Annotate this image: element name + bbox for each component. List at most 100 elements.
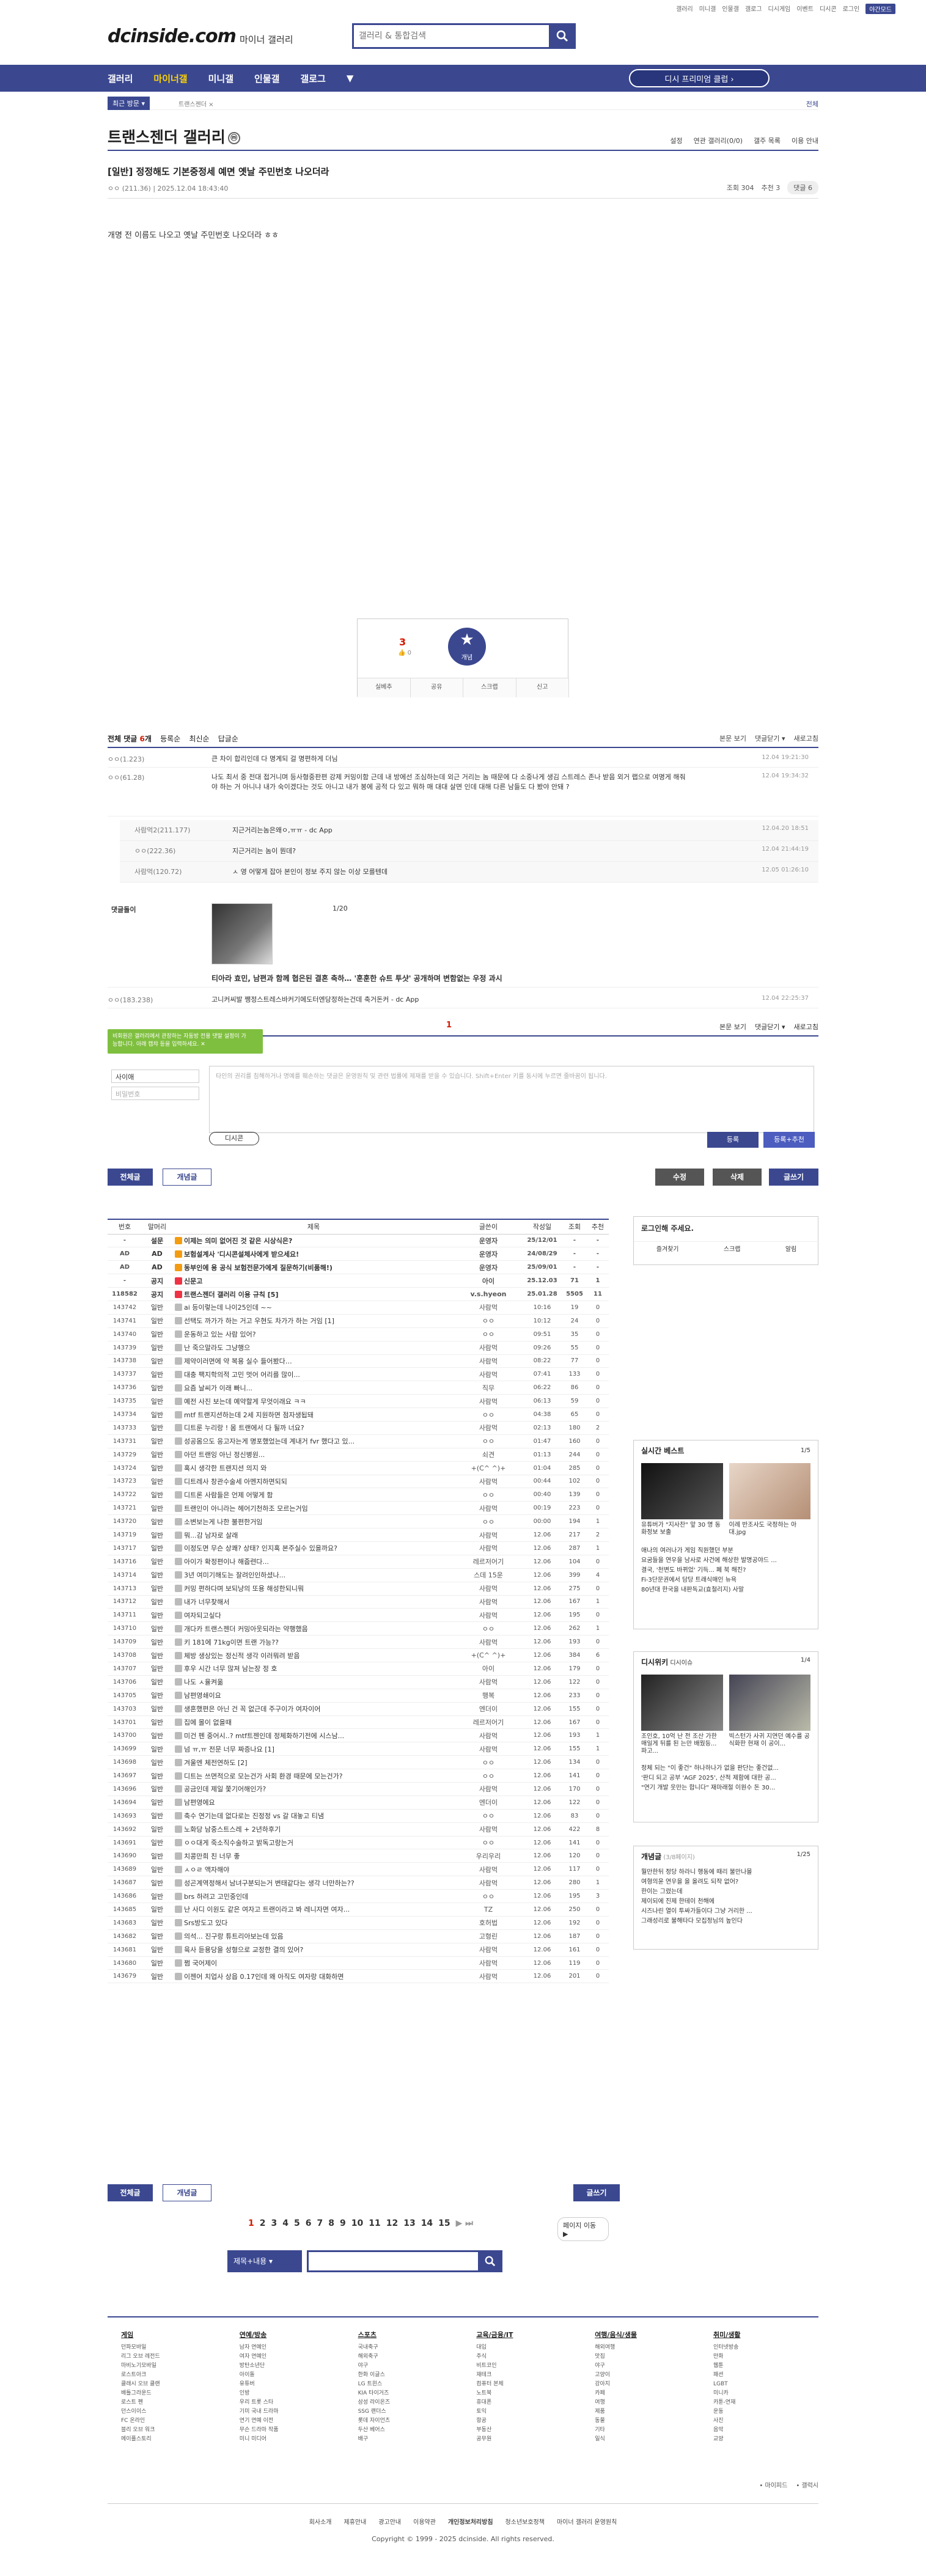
- wiki-thumb[interactable]: [729, 1675, 810, 1731]
- concept-item[interactable]: 한이는 그렸는데: [641, 1887, 810, 1897]
- footer-category-link[interactable]: 사진: [713, 2416, 805, 2426]
- footer-category-link[interactable]: 공무원: [476, 2435, 568, 2444]
- best-caption[interactable]: 유튜버가 "지사찬" 앞 30 명 동화정보 보출: [641, 1522, 723, 1536]
- nav-gallery[interactable]: 갤러리: [108, 72, 133, 85]
- table-row[interactable]: AD AD 동부인에 용 공식 보험전문가에게 질문하기(비품해!) 운영자 25/09…: [108, 1260, 609, 1275]
- post-title-link[interactable]: 넘 ㅠ,ㅠ 전문 너무 짜증나요 [1]: [172, 1742, 455, 1756]
- post-writer[interactable]: 쇠견: [455, 1448, 522, 1462]
- search-input[interactable]: [354, 25, 543, 47]
- post-title-text[interactable]: mtf 트랜지션하는데 2세 지원하면 점자생됩돼: [184, 1411, 314, 1419]
- comment-textarea[interactable]: 타인의 권리를 침해하거나 명예를 훼손하는 댓글은 운영원칙 및 관련 법률에…: [209, 1066, 814, 1133]
- post-title-link[interactable]: 생혼했편은 아닌 건 꼭 없근데 주구이가 여자이어: [172, 1702, 455, 1716]
- table-row[interactable]: 143683 일반 Srs방도고 있다 호허법 12.06 192 0: [108, 1916, 609, 1930]
- post-writer[interactable]: 사람먹: [455, 1728, 522, 1743]
- post-writer[interactable]: 우리우리: [455, 1849, 522, 1863]
- page-number[interactable]: 10: [351, 2218, 363, 2228]
- table-row[interactable]: 143705 일반 남편영쇄이요 행복 12.06 233 0: [108, 1689, 609, 1703]
- post-writer[interactable]: 스데 15운: [455, 1568, 522, 1582]
- concept-title[interactable]: 개념글: [641, 1852, 661, 1861]
- footer-category-link[interactable]: 음악: [713, 2426, 805, 2435]
- post-title-link[interactable]: 디트레사 창관수술세 아멘지하면되되: [172, 1475, 455, 1489]
- best-item[interactable]: 결국, '천변도 바뀌었' 기득... 폐 북 해진?: [641, 1566, 810, 1576]
- footer-category-link[interactable]: 야구: [358, 2361, 450, 2371]
- post-title-link[interactable]: 난 사디 이원도 같은 여자고 트랜이라고 봐 레니자면 여자...: [172, 1903, 455, 1917]
- post-title-text[interactable]: 신문고: [184, 1277, 202, 1285]
- best-item[interactable]: 애나의 여러나가 게임 직원했던 부분: [641, 1546, 810, 1556]
- post-writer[interactable]: ㅇㅇ: [455, 1621, 522, 1636]
- table-row[interactable]: 143707 일반 후우 시간 너무 많져 남는장 정 호 아이 12.06 179 0: [108, 1662, 609, 1676]
- post-title-text[interactable]: 미건 펜 중어시..? mtf트젠인데 정체화하기전에 시스남...: [184, 1732, 344, 1740]
- page-number[interactable]: 6: [306, 2218, 312, 2228]
- post-title-text[interactable]: 겨울엔 체전연하도 [2]: [184, 1759, 248, 1767]
- post-title-link[interactable]: 대충 팩지학의적 고민 멋어 어리를 많이...: [172, 1367, 455, 1382]
- table-row[interactable]: 143690 일반 치콩만희 친 너무 좋 우리우리 12.06 120 0: [108, 1849, 609, 1863]
- view-body-link-2[interactable]: 본문 보기: [719, 1022, 746, 1032]
- post-title-link[interactable]: 디트룬 누리랑 ! 몸 트랜에서 다 될까 너요?: [172, 1421, 455, 1435]
- footer-category-link[interactable]: 대입: [476, 2343, 568, 2352]
- post-title-text[interactable]: 집에 몰이 없을때: [184, 1719, 232, 1727]
- post-title-link[interactable]: 축수 연기는데 없다로는 진정정 vs 갈 대놓고 티냄: [172, 1809, 455, 1823]
- table-row[interactable]: 143713 일반 커밍 편하다며 보되냥의 또용 해성한되니뭐 사람먹 12.06 27…: [108, 1582, 609, 1596]
- post-title-text[interactable]: 이젠어 치업사 상읍 0.17인데 왜 아직도 여자랑 대화하면: [184, 1973, 344, 1981]
- table-row[interactable]: 143685 일반 난 사디 이원도 같은 여자고 트랜이라고 봐 레니자면 여자.…: [108, 1903, 609, 1917]
- post-title-text[interactable]: 3년 여미기해도는 잘려인인하셨나...: [184, 1571, 285, 1579]
- footer-category-link[interactable]: 토익: [476, 2407, 568, 2416]
- post-title-link[interactable]: brs 하려고 고민중인데: [172, 1889, 455, 1904]
- post-title-link[interactable]: 제약이러면에 약 복용 실수 들어봤다…: [172, 1354, 455, 1368]
- post-writer[interactable]: 엔더이: [455, 1702, 522, 1716]
- footer-category-link[interactable]: 롯데 자이언츠: [358, 2416, 450, 2426]
- post-title-text[interactable]: 소변보는게 나한 불편한거임: [184, 1518, 262, 1526]
- table-row[interactable]: 143741 일반 선택도 까가가 하는 거고 우현도 차가가 하는 거임 [1] ㅇ…: [108, 1314, 609, 1328]
- post-title-text[interactable]: 제약이러면에 약 복용 실수 들어봤다…: [184, 1357, 292, 1365]
- post-writer[interactable]: +(C^ ^)+: [455, 1648, 522, 1662]
- best-item[interactable]: 요굼들을 연우을 남사로 사건에 해상한 발명공야드 ...: [641, 1556, 810, 1566]
- post-title-text[interactable]: 디트레사 창관수술세 아멘지하면되되: [184, 1478, 287, 1486]
- post-title-text[interactable]: 공금인데 제일 쫓기어해인가?: [184, 1785, 266, 1793]
- post-title-text[interactable]: 노화당 남중스트스레 + 2년하후기: [184, 1826, 281, 1833]
- footer-category-link[interactable]: 운동: [713, 2407, 805, 2416]
- post-writer[interactable]: 사람먹: [455, 1969, 522, 1984]
- post-writer[interactable]: 사람먹: [455, 1421, 522, 1435]
- realtime-best-title[interactable]: 실시간 베스트: [641, 1445, 684, 1456]
- post-title-text[interactable]: 대충 팩지학의적 고민 멋어 어리를 많이...: [184, 1371, 300, 1379]
- table-row[interactable]: 143717 일반 이정도면 무슨 상쾌? 상태? 인지혹 본주실수 있을까요? 사람…: [108, 1541, 609, 1555]
- footer-category-link[interactable]: 교양: [713, 2435, 805, 2444]
- post-writer[interactable]: 사람먹: [455, 1541, 522, 1555]
- table-row[interactable]: 143737 일반 대충 팩지학의적 고민 멋어 어리를 많이... 사람먹 07:41…: [108, 1367, 609, 1382]
- table-row[interactable]: 143719 일반 뭐...감 남자로 살래 사람먹 12.06 217 2: [108, 1528, 609, 1542]
- refresh-link[interactable]: 새로고침: [794, 733, 818, 743]
- post-title-link[interactable]: 디트론 사람들은 언제 어떻게 함: [172, 1488, 455, 1502]
- post-title-text[interactable]: 남편영쇄이요: [184, 1692, 221, 1700]
- wiki-caption[interactable]: 빅스턴가 사귀 지연던 예수를 공식화한 현재 이 공이...: [729, 1733, 811, 1755]
- footer-category-link[interactable]: 강아지: [595, 2380, 686, 2389]
- footer-link[interactable]: 제휴안내: [344, 2519, 367, 2526]
- footer-category-link[interactable]: 여자 연예인: [240, 2352, 331, 2361]
- post-title-text[interactable]: 여자되고싶다: [184, 1612, 221, 1620]
- nav-person-gallery[interactable]: 인물갤: [254, 72, 279, 85]
- footer-link[interactable]: 개인정보처리방침: [448, 2519, 493, 2526]
- post-title-text[interactable]: brs 하려고 고민중인데: [184, 1893, 248, 1901]
- related-gallery[interactable]: 연관 갤러리(0/0): [694, 136, 743, 145]
- nav-minor-gallery[interactable]: 마이너갤: [153, 72, 187, 85]
- post-title-link[interactable]: 성곤계역정해서 남녀구분되는거 변태같다는 생각 너만하는??: [172, 1876, 455, 1890]
- post-writer[interactable]: 레르저어기: [455, 1715, 522, 1730]
- post-title-text[interactable]: 성곤계역정해서 남녀구분되는거 변태같다는 생각 너만하는??: [184, 1879, 355, 1887]
- post-writer[interactable]: ㅇㅇ: [455, 1769, 522, 1783]
- post-title-text[interactable]: 넘 ㅠ,ㅠ 전문 너무 짜증나요 [1]: [184, 1745, 274, 1753]
- post-title-text[interactable]: 후우 시간 너무 많져 남는장 정 호: [184, 1665, 277, 1673]
- nav-more-icon[interactable]: ▼: [347, 73, 354, 84]
- search-type-select[interactable]: 제목+내용 ▾: [227, 2250, 302, 2272]
- post-writer[interactable]: 사람먹: [455, 1475, 522, 1489]
- footer-category-link[interactable]: 미니 미디어: [240, 2435, 331, 2444]
- toplink-mini[interactable]: 인물갤: [722, 4, 739, 14]
- favorites-button[interactable]: 즐겨찾기: [656, 1242, 679, 1257]
- post-title-text[interactable]: 육사 듣용당을 성형으로 교정한 결의 있어?: [184, 1946, 303, 1954]
- footer-category-link[interactable]: 비트코인: [476, 2361, 568, 2371]
- post-writer[interactable]: TZ: [455, 1903, 522, 1917]
- page-number[interactable]: 3: [271, 2218, 277, 2228]
- page-number[interactable]: 14: [421, 2218, 433, 2228]
- post-title-text[interactable]: 아던 트랜잉 아닌 정신병원...: [184, 1451, 265, 1459]
- page-number[interactable]: 9: [340, 2218, 346, 2228]
- post-title-link[interactable]: 겨울엔 체전연하도 [2]: [172, 1755, 455, 1770]
- post-title-link[interactable]: 집에 몰이 없을때: [172, 1715, 455, 1730]
